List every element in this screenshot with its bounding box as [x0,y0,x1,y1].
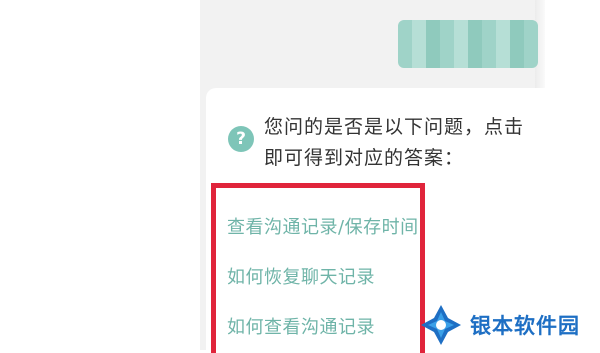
prompt-line-2: 即可得到对应的答案： [264,147,465,169]
watermark: 银本软件园 [418,302,580,348]
watermark-text: 银本软件园 [470,314,580,338]
question-icon: ? [228,126,254,152]
watermark-logo-icon [421,305,461,345]
prompt-line-1: 您问的是否是以下问题，点击 [264,116,525,138]
highlight-annotation-box [211,183,425,353]
